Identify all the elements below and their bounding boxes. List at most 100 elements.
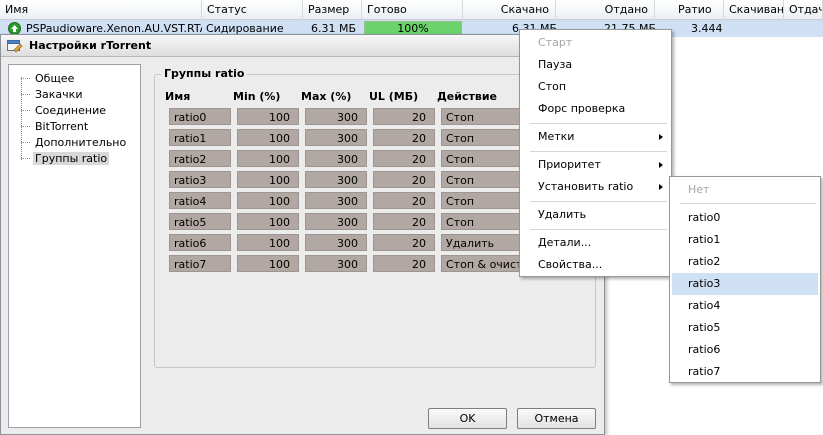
menu-item-details[interactable]: Детали... xyxy=(522,232,669,254)
menu-item-label: ratio2 xyxy=(688,255,721,268)
column-header-downloaded[interactable]: Скачано xyxy=(463,0,556,20)
submenu-arrow-icon xyxy=(659,134,663,140)
group-ul-field[interactable]: 20 xyxy=(373,150,435,167)
menu-item-remove[interactable]: Удалить xyxy=(522,204,669,226)
menu-item-label: Детали... xyxy=(538,236,592,249)
group-name-field[interactable]: ratio4 xyxy=(169,192,231,209)
settings-window-icon xyxy=(7,39,23,53)
menu-item-start[interactable]: Старт xyxy=(522,32,669,54)
menu-item-set-ratio[interactable]: Установить ratio xyxy=(522,176,669,198)
column-header-done[interactable]: Готово xyxy=(362,0,463,20)
submenu-item-ratio3[interactable]: ratio3 xyxy=(672,273,818,295)
dialog-titlebar[interactable]: Настройки rTorrent xyxy=(1,35,604,57)
group-max-field[interactable]: 300 xyxy=(305,129,367,146)
group-action-select[interactable]: Стоп xyxy=(441,150,525,167)
group-ul-field[interactable]: 20 xyxy=(373,171,435,188)
group-name-field[interactable]: ratio7 xyxy=(169,255,231,272)
group-ul-field[interactable]: 20 xyxy=(373,129,435,146)
group-ul-field[interactable]: 20 xyxy=(373,234,435,251)
group-min-field[interactable]: 100 xyxy=(237,129,299,146)
menu-separator xyxy=(680,203,816,204)
column-header-upload-speed[interactable]: Отдача xyxy=(784,0,823,20)
group-action-select[interactable]: Стоп & очистить xyxy=(441,255,525,272)
menu-separator xyxy=(530,229,667,230)
group-max-field[interactable]: 300 xyxy=(305,108,367,125)
group-action-select[interactable]: Стоп xyxy=(441,129,525,146)
tree-item-connection[interactable]: Соединение xyxy=(21,103,108,118)
group-min-field[interactable]: 100 xyxy=(237,150,299,167)
column-header-status[interactable]: Статус xyxy=(202,0,303,20)
menu-item-properties[interactable]: Свойства... xyxy=(522,254,669,276)
group-ul-field[interactable]: 20 xyxy=(373,213,435,230)
menu-item-priority[interactable]: Приоритет xyxy=(522,154,669,176)
submenu-item-none[interactable]: Нет xyxy=(672,179,818,201)
menu-item-labels[interactable]: Метки xyxy=(522,126,669,148)
menu-item-label: Старт xyxy=(538,36,573,49)
ok-button[interactable]: OK xyxy=(428,408,507,429)
submenu-item-ratio7[interactable]: ratio7 xyxy=(672,361,818,383)
menu-item-stop[interactable]: Стоп xyxy=(522,76,669,98)
group-action-select[interactable]: Удалить xyxy=(441,234,525,251)
group-min-field[interactable]: 100 xyxy=(237,171,299,188)
group-ul-field[interactable]: 20 xyxy=(373,108,435,125)
submenu-arrow-icon xyxy=(659,162,663,168)
tree-item-general[interactable]: Общее xyxy=(21,71,76,86)
group-max-field[interactable]: 300 xyxy=(305,150,367,167)
group-name-field[interactable]: ratio0 xyxy=(169,108,231,125)
group-action-select[interactable]: Стоп xyxy=(441,192,525,209)
header-ul: UL (МБ) xyxy=(369,90,419,103)
group-name-field[interactable]: ratio6 xyxy=(169,234,231,251)
tree-item-label: Закачки xyxy=(35,88,83,101)
group-ul-field[interactable]: 20 xyxy=(373,255,435,272)
menu-separator xyxy=(530,201,667,202)
group-max-field[interactable]: 300 xyxy=(305,171,367,188)
group-action-select[interactable]: Стоп xyxy=(441,213,525,230)
settings-dialog: Настройки rTorrent Общее Закачки Соедине… xyxy=(0,34,605,435)
header-min: Min (%) xyxy=(233,90,281,103)
group-name-field[interactable]: ratio2 xyxy=(169,150,231,167)
group-min-field[interactable]: 100 xyxy=(237,213,299,230)
column-header-ratio[interactable]: Ратио xyxy=(673,0,724,20)
column-header-download-speed[interactable]: Скачивани xyxy=(724,0,784,20)
tree-item-advanced[interactable]: Дополнительно xyxy=(21,135,128,150)
tree-item-bittorrent[interactable]: BitTorrent xyxy=(21,119,90,134)
menu-item-label: Приоритет xyxy=(538,158,601,171)
group-ul-field[interactable]: 20 xyxy=(373,192,435,209)
settings-tree: Общее Закачки Соединение BitTorrent Допо… xyxy=(8,64,141,428)
group-name-field[interactable]: ratio1 xyxy=(169,129,231,146)
group-action-select[interactable]: Стоп xyxy=(441,108,525,125)
group-min-field[interactable]: 100 xyxy=(237,255,299,272)
header-name: Имя xyxy=(165,90,191,103)
tree-item-label: Группы ratio xyxy=(33,152,110,165)
group-max-field[interactable]: 300 xyxy=(305,234,367,251)
group-action-select[interactable]: Стоп xyxy=(441,171,525,188)
column-header-name[interactable]: Имя xyxy=(0,0,202,20)
group-max-field[interactable]: 300 xyxy=(305,192,367,209)
menu-item-label: Установить ratio xyxy=(538,180,634,193)
submenu-item-ratio1[interactable]: ratio1 xyxy=(672,229,818,251)
column-header-size[interactable]: Размер xyxy=(303,0,362,20)
submenu-item-ratio6[interactable]: ratio6 xyxy=(672,339,818,361)
group-min-field[interactable]: 100 xyxy=(237,108,299,125)
tree-item-downloads[interactable]: Закачки xyxy=(21,87,84,102)
tree-item-ratio-groups[interactable]: Группы ratio xyxy=(21,151,110,166)
menu-item-force-check[interactable]: Форс проверка xyxy=(522,98,669,120)
submenu-item-ratio0[interactable]: ratio0 xyxy=(672,207,818,229)
group-min-field[interactable]: 100 xyxy=(237,192,299,209)
menu-item-label: Стоп xyxy=(538,80,567,93)
menu-item-label: ratio1 xyxy=(688,233,721,246)
menu-item-label: ratio6 xyxy=(688,343,721,356)
submenu-item-ratio5[interactable]: ratio5 xyxy=(672,317,818,339)
group-max-field[interactable]: 300 xyxy=(305,255,367,272)
menu-item-label: Пауза xyxy=(538,58,573,71)
submenu-item-ratio4[interactable]: ratio4 xyxy=(672,295,818,317)
group-min-field[interactable]: 100 xyxy=(237,234,299,251)
column-header-uploaded[interactable]: Отдано xyxy=(556,0,655,20)
menu-item-pause[interactable]: Пауза xyxy=(522,54,669,76)
group-max-field[interactable]: 300 xyxy=(305,213,367,230)
cancel-button[interactable]: Отмена xyxy=(517,408,596,429)
menu-item-label: ratio4 xyxy=(688,299,721,312)
submenu-item-ratio2[interactable]: ratio2 xyxy=(672,251,818,273)
group-name-field[interactable]: ratio5 xyxy=(169,213,231,230)
group-name-field[interactable]: ratio3 xyxy=(169,171,231,188)
